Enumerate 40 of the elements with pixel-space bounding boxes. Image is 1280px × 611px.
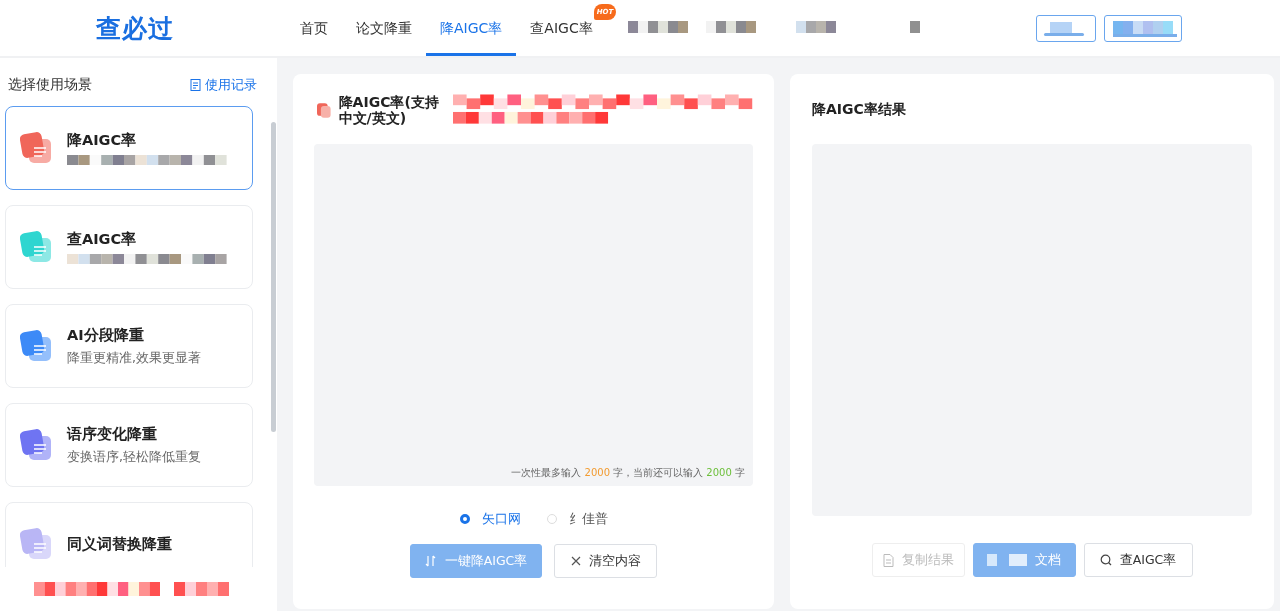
nav-tab[interactable]: 论文降重: [342, 0, 426, 56]
document-icon: [190, 79, 201, 91]
scenario-card[interactable]: 降AIGC率: [5, 106, 253, 190]
engine-option[interactable]: 矢口网: [459, 510, 521, 528]
nav-tab[interactable]: 首页: [286, 0, 342, 56]
scenario-description: 降重更精准,效果更显著: [67, 349, 201, 367]
search-icon: [1099, 554, 1112, 566]
scrollbar[interactable]: [271, 122, 276, 432]
sidebar-title: 选择使用场景: [8, 76, 92, 94]
header-button[interactable]: [1104, 14, 1182, 42]
scenario-title: AI分段降重: [67, 325, 145, 345]
panel-title: 中文/英文): [338, 110, 408, 126]
scenario-card[interactable]: AI分段降重 降重更精准,效果更显著: [5, 304, 253, 388]
engine-label: 纟佳普: [568, 510, 608, 528]
scenario-card[interactable]: 查AIGC率: [5, 205, 253, 289]
scenario-title: 降AIGC率: [67, 131, 138, 150]
panel-title: 降AIGC率(支持: [338, 94, 439, 110]
engine-option[interactable]: 纟佳普: [546, 510, 608, 528]
history-link[interactable]: 使用记录: [190, 76, 257, 94]
input-limit-hint: 一次性最多输入 2000 字，当前还可以输入 2000 字: [511, 466, 745, 480]
nav-tab[interactable]: 查AIGC率: [516, 0, 594, 56]
radio-button[interactable]: [459, 514, 470, 524]
scenario-title: 语序变化降重: [67, 424, 158, 444]
swap-icon: [424, 555, 437, 567]
redacted-text-drawing: [987, 553, 1027, 567]
nav-tab[interactable]: 降AIGC率: [426, 0, 517, 56]
header-button[interactable]: [1036, 14, 1096, 42]
scenario-title: 同义词替换降重: [67, 534, 172, 554]
check-button[interactable]: 查AIGC率: [1083, 543, 1193, 577]
logo[interactable]: 查必过: [96, 11, 246, 45]
clear-button[interactable]: 清空内容: [554, 544, 657, 578]
text-input-area[interactable]: 一次性最多输入 2000 字，当前还可以输入 2000 字: [314, 144, 753, 486]
engine-label: 矢口网: [481, 510, 521, 528]
scenario-title: 查AIGC率: [67, 230, 138, 249]
scenario-icon: [317, 102, 331, 118]
panel-title: 降AIGC率结果: [811, 100, 907, 119]
close-icon: [570, 556, 581, 566]
scenario-card[interactable]: 语序变化降重 变换语序,轻松降低重复: [5, 403, 253, 487]
scenario-description: 变换语序,轻松降低重复: [67, 448, 201, 466]
document-icon: [882, 553, 894, 567]
